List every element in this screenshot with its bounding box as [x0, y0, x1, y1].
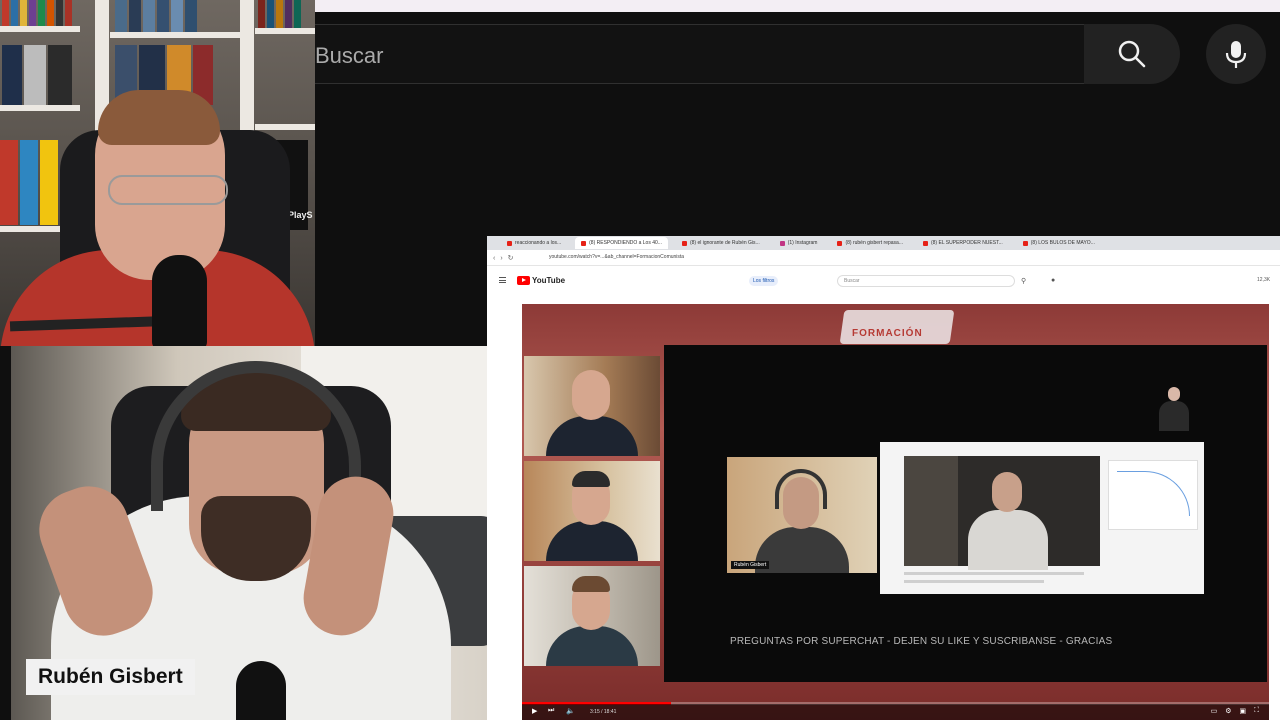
guest-name-tag: Rubén Gisbert — [26, 659, 195, 695]
youtube-logo-icon — [517, 276, 530, 285]
books — [258, 0, 301, 28]
youtube-favicon-icon — [1022, 240, 1028, 246]
search-placeholder: Buscar — [315, 43, 384, 68]
game-boxes — [2, 45, 72, 105]
game-boxes — [0, 140, 58, 225]
address-bar[interactable]: ‹›↻ youtube.com/watch?v=...&ab_channel=F… — [487, 250, 1280, 266]
hamburger-menu-icon[interactable] — [499, 277, 506, 283]
fullscreen-icon[interactable]: ⛶ — [1254, 707, 1259, 715]
next-icon[interactable]: ⏭ — [548, 707, 554, 715]
glasses — [108, 175, 228, 205]
browser-tab[interactable]: (1) Instagram — [774, 237, 824, 249]
participant-panel — [524, 566, 660, 666]
avatar — [1159, 387, 1189, 433]
inner-screenshot — [880, 442, 1204, 594]
screen-root: Buscar PlayS Rubén Gisbert reaccionando … — [0, 0, 1280, 720]
youtube-favicon-icon — [922, 240, 928, 246]
time-display: 3:15 / 18:41 — [590, 709, 617, 715]
shelf — [255, 124, 315, 130]
shelf — [110, 32, 240, 38]
text-line — [904, 572, 1084, 575]
browser-tab[interactable]: reaccionando a los... — [501, 237, 567, 249]
participant-panel — [524, 356, 660, 456]
nested-search-input[interactable]: Buscar — [837, 275, 1015, 287]
browser-tab-strip: reaccionando a los... (8) RESPONDIENDO a… — [487, 236, 1280, 250]
participant-face — [572, 370, 610, 420]
settings-icon[interactable]: ⚙ — [1225, 707, 1231, 715]
browser-tab-active[interactable]: (8) RESPONDIENDO a Los 40... — [575, 237, 668, 249]
youtube-favicon-icon — [681, 240, 687, 246]
search-icon[interactable]: ⚲ — [1021, 277, 1026, 285]
filter-chip[interactable]: Los filtros — [749, 276, 779, 286]
shelf — [255, 28, 315, 34]
headphones — [775, 469, 827, 509]
video-player[interactable]: FORMACIÓN Rubén Gisbert PREGUNTAS POR SU… — [522, 304, 1269, 720]
tab-label: (8) EL SUPERPODER NUEST... — [930, 240, 1003, 246]
tab-label: (8) el ignorante de Rubén Gis... — [689, 240, 760, 246]
search-icon — [1118, 40, 1146, 68]
inner-video-side — [904, 456, 958, 566]
url-text: youtube.com/watch?v=...&ab_channel=Forma… — [549, 254, 685, 260]
shelf — [0, 26, 80, 32]
participant-hair — [572, 471, 610, 487]
browser-top-strip — [315, 0, 1280, 12]
nested-browser-window: reaccionando a los... (8) RESPONDIENDO a… — [487, 236, 1280, 720]
console-box-label: PlayS — [288, 210, 313, 220]
participant-hair — [572, 576, 610, 592]
tab-label: reaccionando a los... — [515, 240, 562, 246]
captions-icon[interactable]: ▭ — [1211, 707, 1218, 715]
participant-body — [546, 626, 638, 666]
youtube-favicon-icon — [507, 240, 512, 246]
tab-label: (8) RESPONDIENDO a Los 40... — [589, 240, 662, 246]
microphone — [236, 661, 286, 720]
browser-tab[interactable]: (8) el ignorante de Rubén Gis... — [676, 237, 766, 249]
youtube-favicon-icon — [581, 240, 587, 246]
shelf — [0, 105, 80, 111]
miniplayer-icon[interactable]: ▣ — [1239, 707, 1246, 715]
inner-graph — [1108, 460, 1198, 530]
tab-label: (8) LOS BULOS DE MAYO... — [1030, 240, 1095, 246]
browser-tab[interactable]: (8) LOS BULOS DE MAYO... — [1017, 237, 1101, 249]
nav-arrows-icon[interactable]: ‹›↻ — [493, 254, 519, 262]
participant-body — [546, 521, 638, 561]
youtube-header: YouTube Los filtros Buscar ⚲ ● 12,3K — [487, 266, 1280, 296]
browser-tab[interactable]: (8) EL SUPERPODER NUEST... — [917, 237, 1009, 249]
search-input[interactable]: Buscar — [315, 24, 1085, 84]
ticker-text: PREGUNTAS POR SUPERCHAT - DEJEN SU LIKE … — [730, 636, 1113, 647]
inner-webcam: Rubén Gisbert — [727, 457, 877, 573]
tab-label: (1) Instagram — [787, 240, 818, 246]
microphone-icon — [1225, 41, 1247, 68]
shared-screen: Rubén Gisbert PREGUNTAS POR SUPERCHAT - … — [664, 345, 1267, 682]
browser-tab[interactable]: (8) rubén gisbert repasa... — [831, 237, 909, 249]
search-placeholder: Buscar — [844, 278, 860, 284]
microphone-icon[interactable]: ● — [1051, 277, 1055, 284]
participant-panel — [524, 461, 660, 561]
host-hair — [98, 90, 220, 145]
text-line — [904, 580, 1044, 583]
banner-text: FORMACIÓN — [852, 328, 923, 339]
voice-search-button[interactable] — [1206, 24, 1266, 84]
instagram-favicon-icon — [779, 240, 785, 246]
player-controls: ▶ ⏭ 🔈 3:15 / 18:41 ▭ ⚙ ▣ ⛶ — [522, 704, 1269, 720]
play-icon[interactable]: ▶ — [532, 707, 537, 715]
participant-body — [546, 416, 638, 456]
books — [2, 0, 72, 26]
inner-name-tag: Rubén Gisbert — [731, 561, 770, 569]
player-right-controls: ▭ ⚙ ▣ ⛶ — [1211, 707, 1259, 715]
search-button[interactable] — [1084, 24, 1180, 84]
webcam-host: PlayS — [0, 0, 315, 346]
books — [115, 0, 197, 32]
webcam-guest: Rubén Gisbert — [11, 346, 487, 720]
youtube-logo[interactable]: YouTube — [517, 276, 565, 285]
notification-count: 12,3K — [1257, 277, 1271, 283]
youtube-favicon-icon — [837, 240, 843, 246]
tab-label: (8) rubén gisbert repasa... — [845, 240, 903, 246]
logo-text: YouTube — [532, 276, 566, 285]
volume-icon[interactable]: 🔈 — [566, 707, 575, 715]
inner-video — [904, 456, 1100, 570]
microphone — [152, 255, 207, 346]
inner-video-face — [992, 472, 1022, 512]
inner-video-torso — [968, 510, 1048, 570]
